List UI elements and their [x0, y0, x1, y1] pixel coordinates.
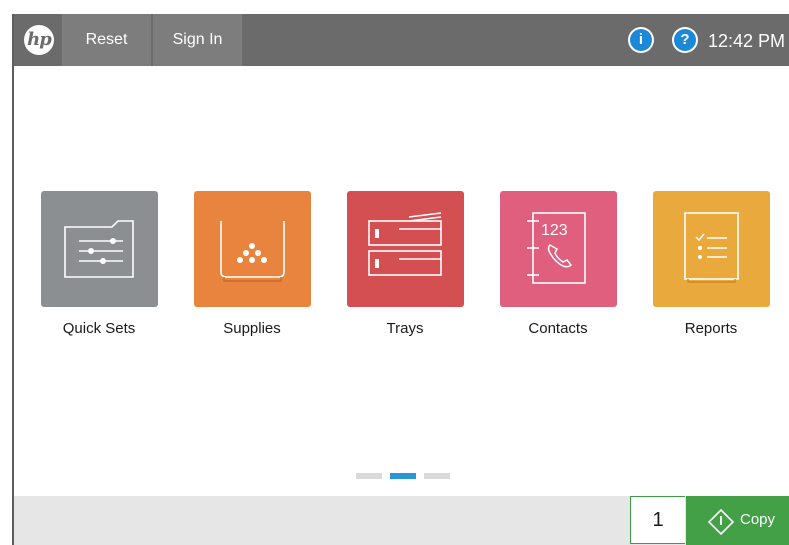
contacts-tile[interactable]: 123 — [500, 191, 617, 307]
screen-left-border — [12, 14, 14, 545]
device-frame-top — [0, 0, 789, 14]
folder-sliders-icon — [41, 191, 158, 307]
quick-sets-tile[interactable] — [41, 191, 158, 307]
clock: 12:42 PM — [708, 31, 786, 51]
quick-sets-label: Quick Sets — [62, 320, 136, 337]
help-icon[interactable]: ? — [672, 27, 698, 53]
supplies-tile[interactable] — [194, 191, 311, 307]
address-book-number: 123 — [541, 222, 568, 239]
sign-in-button[interactable]: Sign In — [153, 14, 242, 66]
supplies-label: Supplies — [223, 320, 281, 337]
toner-icon — [194, 191, 311, 307]
page-indicator-3[interactable] — [424, 473, 450, 479]
reports-tile[interactable] — [653, 191, 770, 307]
start-diamond-icon — [708, 509, 734, 535]
trays-label: Trays — [386, 320, 424, 337]
info-icon-glyph: i — [630, 29, 652, 51]
tile-bg — [41, 191, 158, 307]
copies-count-field[interactable]: 1 — [630, 496, 685, 544]
reset-button[interactable]: Reset — [62, 14, 151, 66]
address-book-icon: 123 — [500, 191, 617, 307]
hp-logo[interactable]: hp — [24, 25, 54, 55]
contacts-label: Contacts — [528, 320, 588, 337]
tile-bg — [194, 191, 311, 307]
tile-bg — [653, 191, 770, 307]
copy-button[interactable]: Copy — [686, 496, 789, 545]
reports-label: Reports — [684, 320, 738, 337]
tile-bg — [347, 191, 464, 307]
tile-bg — [500, 191, 617, 307]
copy-label: Copy — [740, 511, 776, 528]
checklist-icon — [653, 191, 770, 307]
paper-trays-icon — [347, 191, 464, 307]
page-indicator-2[interactable] — [390, 473, 416, 479]
control-panel-screen: hp Reset Sign In i ? 12:42 PM Quick Sets — [12, 14, 789, 545]
header-bar: hp Reset Sign In i ? 12:42 PM — [14, 14, 789, 66]
help-icon-glyph: ? — [674, 29, 696, 51]
info-icon[interactable]: i — [628, 27, 654, 53]
device-frame-left — [0, 14, 12, 545]
trays-tile[interactable] — [347, 191, 464, 307]
page-indicator-1[interactable] — [356, 473, 382, 479]
